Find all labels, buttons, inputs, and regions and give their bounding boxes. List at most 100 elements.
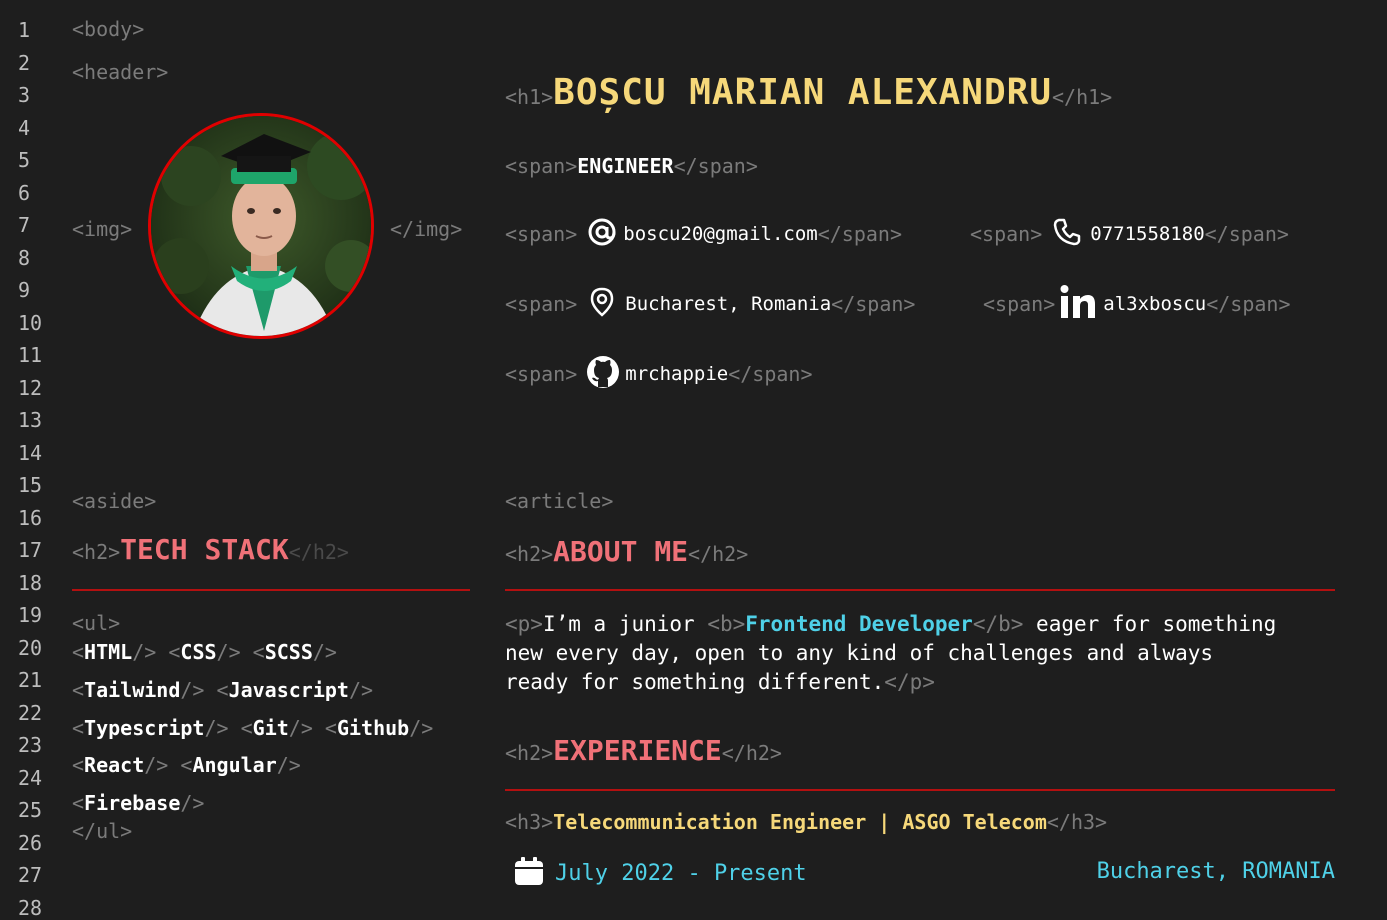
line-number: 12 — [18, 375, 43, 400]
tag-lt: < — [324, 715, 337, 740]
ul-close-tag: </ul> — [72, 819, 133, 843]
span-open-tag: <span> — [505, 222, 578, 246]
tech-stack-row: <HTML/> <CSS/> <SCSS/> — [72, 640, 337, 664]
tag-lt: < — [72, 715, 85, 740]
line-number: 4 — [18, 115, 31, 140]
avatar — [148, 113, 374, 339]
h2-open-tag: <h2> — [505, 542, 554, 566]
email-link[interactable]: boscu20@gmail.com — [623, 223, 817, 245]
tech-stack-divider — [72, 589, 470, 591]
span-close-tag: </span> — [1206, 292, 1291, 316]
about-paragraph: <p>I’m a junior <b>Frontend Developer</b… — [505, 610, 1276, 697]
line-number: 18 — [18, 570, 43, 595]
aside-open-tag: <aside> — [72, 489, 157, 513]
about-text-3: new every day, open to any kind of chall… — [505, 641, 1214, 665]
job-title-line: <span>ENGINEER</span> — [505, 154, 758, 178]
phone-line: <span> 0771558180 </span> — [970, 216, 1289, 252]
email-line: <span> boscu20@gmail.com </span> — [505, 216, 902, 252]
tech-stack-item: Git — [252, 715, 289, 740]
span-close-tag: </span> — [673, 154, 758, 178]
phone-icon — [1052, 217, 1082, 251]
calendar-icon — [513, 855, 545, 891]
span-open-tag: <span> — [505, 362, 578, 386]
phone-number[interactable]: 0771558180 — [1090, 223, 1204, 245]
experience-title: EXPERIENCE — [553, 734, 722, 767]
img-open-tag: <img> — [72, 217, 133, 241]
tech-stack-row: <Tailwind/> <Javascript/> — [72, 678, 373, 702]
tech-stack-item: React — [84, 753, 145, 778]
line-number: 20 — [18, 635, 43, 660]
linkedin-icon — [1059, 284, 1097, 324]
tag-lt: < — [72, 791, 85, 816]
job-dates-line: July 2022 - Present — [513, 856, 807, 890]
linkedin-line: <span> al3xboscu </span> — [983, 284, 1291, 324]
tag-self-close: /> — [216, 640, 241, 664]
line-number: 14 — [18, 440, 43, 465]
img-close-tag: </img> — [390, 217, 463, 241]
tech-stack-item: Angular — [192, 753, 277, 778]
line-number: 22 — [18, 700, 43, 725]
h2-close-tag: </h2> — [688, 542, 749, 566]
tech-stack-item: SCSS — [264, 640, 313, 664]
tech-stack-item: Typescript — [84, 715, 205, 740]
span-close-tag: </span> — [728, 362, 813, 386]
line-number: 16 — [18, 505, 43, 530]
span-open-tag: <span> — [970, 222, 1043, 246]
article-open-tag: <article> — [505, 489, 614, 513]
location-text: Bucharest, Romania — [625, 293, 832, 315]
tag-lt: < — [72, 677, 85, 702]
span-open-tag: <span> — [505, 154, 578, 178]
line-number: 28 — [18, 895, 43, 920]
h1-open-tag: <h1> — [505, 85, 554, 109]
tag-lt: < — [72, 753, 85, 778]
tech-stack-row: <Firebase/> — [72, 791, 204, 815]
job-heading: <h3>Telecommunication Engineer | ASGO Te… — [505, 810, 1107, 834]
experience-heading: <h2>EXPERIENCE</h2> — [505, 734, 782, 767]
tech-stack-item: Tailwind — [84, 677, 181, 702]
tech-stack-item: HTML — [84, 640, 133, 664]
b-open-tag: <b> — [707, 612, 746, 636]
line-number: 1 — [18, 18, 31, 42]
tag-self-close: /> — [312, 640, 337, 664]
about-divider — [505, 589, 1335, 591]
tag-self-close: /> — [204, 715, 229, 740]
line-number: 8 — [18, 245, 31, 270]
line-number: 5 — [18, 148, 31, 172]
line-number: 27 — [18, 863, 43, 887]
linkedin-handle[interactable]: al3xboscu — [1103, 293, 1206, 315]
line-number: 11 — [18, 343, 43, 367]
span-close-tag: </span> — [817, 222, 903, 246]
line-number: 2 — [18, 50, 31, 75]
job-dates: July 2022 - Present — [555, 860, 807, 886]
job-location: Bucharest, ROMANIA — [1096, 859, 1335, 884]
about-text-1: I’m a junior — [542, 612, 708, 636]
at-icon — [587, 217, 617, 251]
line-number: 25 — [18, 798, 43, 822]
line-number: 19 — [18, 603, 43, 627]
h3-open-tag: <h3> — [505, 810, 554, 834]
line-number: 13 — [18, 408, 43, 432]
github-handle[interactable]: mrchappie — [625, 363, 728, 385]
tag-lt: < — [72, 640, 85, 664]
tag-lt: < — [180, 753, 193, 778]
line-number: 7 — [18, 213, 31, 237]
header-open-tag: <header> — [72, 60, 169, 84]
line-number: 26 — [18, 830, 43, 855]
person-name: BOȘCU MARIAN ALEXANDRU — [553, 72, 1052, 113]
tag-lt: < — [240, 715, 253, 740]
span-open-tag: <span> — [505, 292, 578, 316]
about-text-2: eager for something — [1023, 612, 1277, 636]
span-close-tag: </span> — [1204, 222, 1289, 246]
tag-self-close: /> — [288, 715, 313, 740]
line-number: 10 — [18, 310, 43, 335]
span-close-tag: </span> — [831, 292, 916, 316]
github-line: <span> mrchappie </span> — [505, 356, 813, 392]
h2-open-tag: <h2> — [505, 741, 554, 765]
avatar-photo — [151, 116, 371, 336]
tag-lt: < — [216, 677, 229, 702]
line-number: 24 — [18, 765, 43, 790]
tech-stack-item: Javascript — [228, 677, 349, 702]
line-number: 6 — [18, 180, 31, 205]
tag-lt: < — [252, 640, 265, 664]
tech-stack-item: Github — [336, 715, 410, 740]
